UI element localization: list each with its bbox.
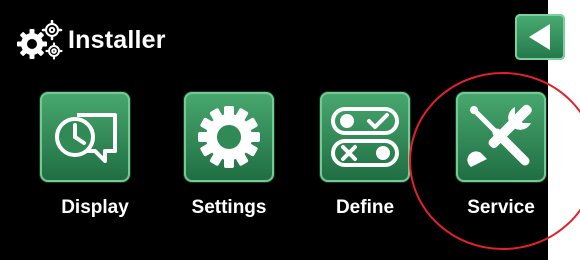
gears-icon — [14, 19, 64, 64]
clock-display-icon — [55, 113, 117, 163]
display-label: Display — [61, 197, 129, 218]
settings-label: Settings — [191, 197, 267, 218]
wrench-screwdriver-icon — [467, 104, 532, 167]
service-button[interactable] — [456, 92, 546, 182]
gear-icon — [198, 106, 260, 168]
page-title: Installer — [68, 26, 166, 54]
back-arrow-icon — [529, 24, 550, 50]
settings-button[interactable] — [184, 92, 274, 182]
back-button[interactable] — [515, 14, 565, 60]
display-button[interactable] — [40, 92, 130, 182]
toggle-switches-icon — [331, 107, 399, 167]
define-button[interactable] — [320, 92, 410, 182]
service-label: Service — [467, 197, 535, 218]
define-label: Define — [335, 197, 395, 218]
